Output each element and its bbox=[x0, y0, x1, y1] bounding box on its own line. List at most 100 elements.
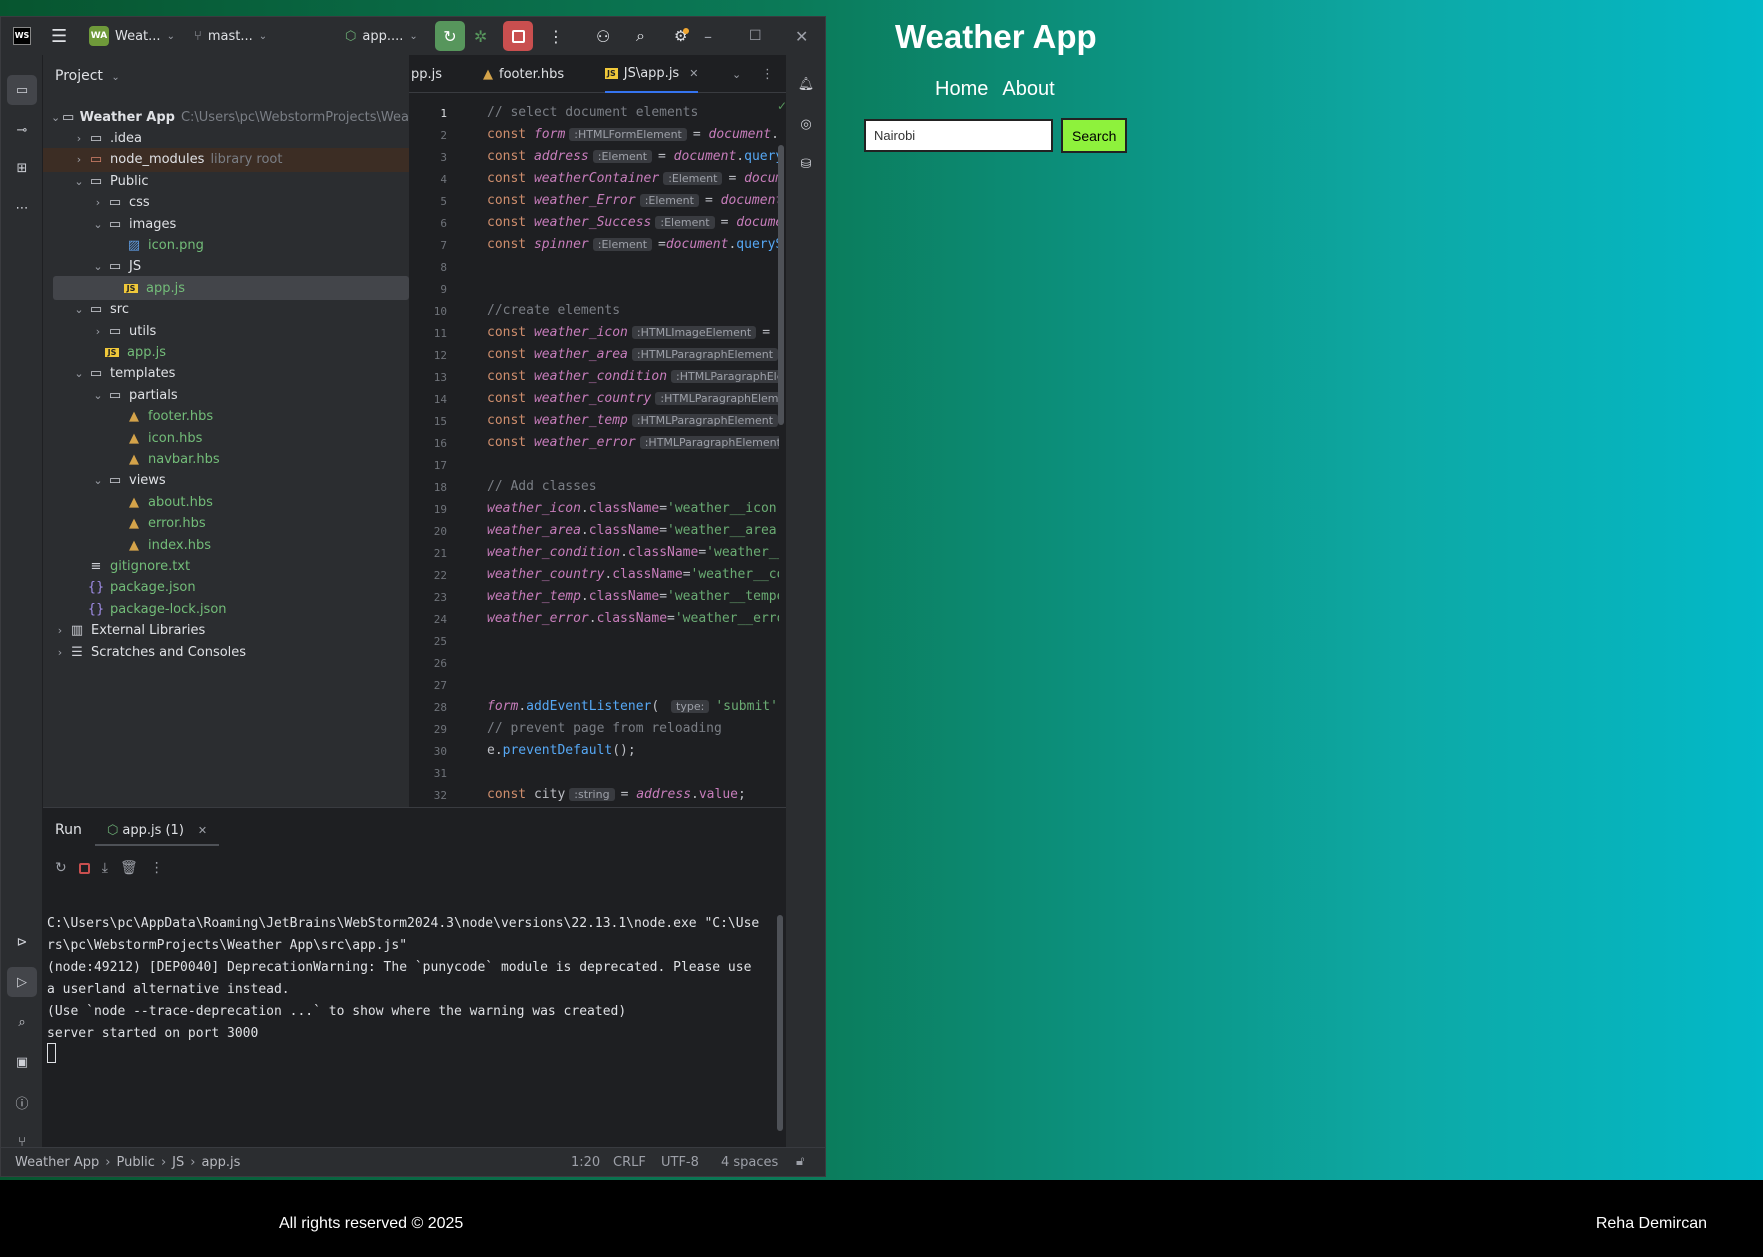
tree-item[interactable]: › ▭ utils bbox=[43, 319, 409, 343]
close-tab-icon[interactable]: ✕ bbox=[689, 67, 698, 80]
tree-item[interactable]: ▲ about.hbs bbox=[43, 490, 409, 514]
rerun-button[interactable]: ↻ bbox=[435, 17, 465, 55]
chevron-right-icon[interactable]: › bbox=[53, 646, 67, 659]
caret-position[interactable]: 1:20 bbox=[571, 1155, 600, 1170]
chevron-right-icon[interactable]: › bbox=[72, 132, 86, 145]
structure-icon[interactable]: ⊞ bbox=[7, 153, 37, 183]
file-encoding[interactable]: UTF-8 bbox=[661, 1155, 699, 1170]
chevron-down-icon[interactable]: ⌄ bbox=[72, 367, 86, 380]
tree-item[interactable]: ▲ error.hbs bbox=[43, 512, 409, 536]
tree-item[interactable]: ≡ gitignore.txt bbox=[43, 554, 409, 578]
tree-item[interactable]: ▲ index.hbs bbox=[43, 533, 409, 557]
terminal-icon[interactable]: ▣ bbox=[7, 1047, 37, 1077]
tabs-dropdown-icon[interactable]: ⌄ bbox=[732, 55, 741, 93]
tab-more-icon[interactable]: ⋮ bbox=[761, 55, 774, 93]
minimize-button[interactable]: – bbox=[704, 17, 712, 55]
tree-item[interactable]: › ☰ Scratches and Consoles bbox=[43, 640, 409, 664]
console-output[interactable]: C:\Users\pc\AppData\Roaming\JetBrains\We… bbox=[47, 913, 777, 1045]
location-search-input[interactable] bbox=[864, 119, 1053, 152]
main-menu-icon[interactable]: ☰ bbox=[51, 17, 67, 55]
breadcrumb-item[interactable]: Public bbox=[116, 1155, 154, 1170]
breadcrumb-item[interactable]: Weather App bbox=[15, 1155, 99, 1170]
branch-switcher[interactable]: ⑂ mast... ⌄ bbox=[194, 17, 267, 55]
tree-item[interactable]: {} package-lock.json bbox=[43, 597, 409, 621]
close-window-button[interactable]: ✕ bbox=[795, 17, 808, 55]
add-user-icon[interactable]: ⚇ bbox=[596, 17, 610, 55]
trash-icon[interactable]: 🗑︎ bbox=[120, 860, 138, 876]
run-config-selector[interactable]: ⬡ app.... ⌄ bbox=[345, 17, 418, 55]
chevron-right-icon[interactable]: › bbox=[91, 325, 105, 338]
nav-home-link[interactable]: Home bbox=[935, 78, 988, 101]
tree-item[interactable]: ⌄ ▭ images bbox=[43, 212, 409, 236]
close-tab-icon[interactable]: ✕ bbox=[198, 824, 207, 837]
code-area[interactable]: // select document elements const form:HT… bbox=[479, 93, 779, 807]
tree-item[interactable]: ▨ icon.png bbox=[43, 233, 409, 257]
tree-item[interactable]: › ▭ node_modules library root bbox=[43, 147, 409, 172]
code-token: document bbox=[720, 193, 779, 208]
tree-item[interactable]: ⌄ ▭ Weather App C:\Users\pc\WebstormProject… bbox=[43, 105, 409, 129]
chevron-down-icon[interactable]: ⌄ bbox=[72, 175, 86, 188]
console-scrollbar[interactable] bbox=[777, 915, 783, 1131]
scroll-to-end-icon[interactable]: ⤓ bbox=[102, 860, 108, 876]
run-config-tab[interactable]: ⬡ app.js (1) ✕ bbox=[95, 816, 220, 846]
tree-item[interactable]: ⌄ ▭ partials bbox=[43, 383, 409, 407]
project-panel-header[interactable]: Project ⌄ bbox=[55, 68, 120, 84]
ai-assistant-icon[interactable]: ◎ bbox=[791, 109, 821, 139]
project-folder-icon[interactable]: ▭ bbox=[7, 75, 37, 105]
chevron-down-icon[interactable]: ⌄ bbox=[50, 111, 60, 124]
notifications-bell-icon[interactable]: 🔔︎ bbox=[791, 69, 821, 99]
run-tool-icon[interactable]: ▷ bbox=[7, 967, 37, 997]
more-actions-icon[interactable]: ⋮ bbox=[548, 17, 564, 55]
stop-button[interactable] bbox=[503, 17, 533, 55]
tab-app-js-src[interactable]: pp.js bbox=[411, 55, 442, 93]
chevron-down-icon[interactable]: ⌄ bbox=[91, 260, 105, 273]
tree-item[interactable]: ⌄ ▭ src bbox=[43, 298, 409, 322]
more-tools-icon[interactable]: ⋯ bbox=[7, 193, 37, 223]
tree-item[interactable]: ⌄ ▭ views bbox=[43, 469, 409, 493]
database-icon[interactable]: ⛁ bbox=[791, 149, 821, 179]
tree-item[interactable]: JS app.js bbox=[53, 276, 409, 301]
tab-footer-hbs[interactable]: ▲ footer.hbs bbox=[483, 55, 564, 93]
chevron-down-icon[interactable]: ⌄ bbox=[91, 474, 105, 487]
code-token: // Add classes bbox=[487, 479, 597, 494]
find-icon[interactable]: ⌕ bbox=[7, 1007, 37, 1037]
lock-icon[interactable]: 🔓︎ bbox=[796, 1154, 804, 1169]
chevron-down-icon[interactable]: ⌄ bbox=[91, 389, 105, 402]
tree-item[interactable]: ▲ navbar.hbs bbox=[43, 447, 409, 471]
tree-item[interactable]: ⌄ ▭ templates bbox=[43, 362, 409, 386]
project-switcher[interactable]: WA Weat... ⌄ bbox=[89, 17, 175, 55]
breadcrumb-item[interactable]: JS bbox=[172, 1155, 184, 1170]
tab-js-app-js[interactable]: JS JS\app.js ✕ bbox=[605, 55, 699, 93]
tree-item[interactable]: › ▭ css bbox=[43, 191, 409, 215]
tree-item[interactable]: JS app.js bbox=[43, 340, 409, 364]
nav-about-link[interactable]: About bbox=[1002, 78, 1054, 101]
stop-icon[interactable] bbox=[78, 862, 90, 874]
services-icon[interactable]: ⊳ bbox=[7, 927, 37, 957]
chevron-down-icon[interactable]: ⌄ bbox=[72, 303, 86, 316]
problems-icon[interactable]: ⓘ bbox=[7, 1087, 37, 1117]
tree-item[interactable]: › ▭ .idea bbox=[43, 126, 409, 150]
tree-item[interactable]: ⌄ ▭ JS bbox=[43, 255, 409, 279]
chevron-right-icon[interactable]: › bbox=[91, 196, 105, 209]
tree-item[interactable]: ⌄ ▭ Public bbox=[43, 169, 409, 193]
rerun-icon[interactable]: ↻ bbox=[55, 860, 67, 876]
tree-item[interactable]: {} package.json bbox=[43, 576, 409, 600]
breadcrumb-item[interactable]: app.js bbox=[201, 1155, 240, 1170]
tree-item[interactable]: › ▥ External Libraries bbox=[43, 619, 409, 643]
maximize-button[interactable]: ☐ bbox=[749, 17, 762, 55]
search-button[interactable]: Search bbox=[1061, 118, 1128, 153]
chevron-right-icon[interactable]: › bbox=[53, 624, 67, 637]
chevron-right-icon[interactable]: › bbox=[72, 153, 86, 166]
tree-item[interactable]: ▲ icon.hbs bbox=[43, 426, 409, 450]
tree-item[interactable]: ▲ footer.hbs bbox=[43, 405, 409, 429]
line-ending[interactable]: CRLF bbox=[613, 1155, 646, 1170]
more-options-icon[interactable]: ⋮ bbox=[150, 860, 164, 876]
commit-icon[interactable]: ⊸ bbox=[7, 115, 37, 145]
vertical-scrollbar[interactable] bbox=[778, 145, 784, 425]
chevron-down-icon[interactable]: ⌄ bbox=[91, 218, 105, 231]
debug-button[interactable]: ✲ bbox=[474, 17, 487, 55]
indent-setting[interactable]: 4 spaces bbox=[721, 1155, 778, 1170]
webstorm-logo-icon[interactable]: WS bbox=[13, 17, 31, 55]
search-icon[interactable]: ⌕ bbox=[636, 17, 645, 55]
settings-gear-icon[interactable]: ⚙ bbox=[674, 17, 690, 55]
